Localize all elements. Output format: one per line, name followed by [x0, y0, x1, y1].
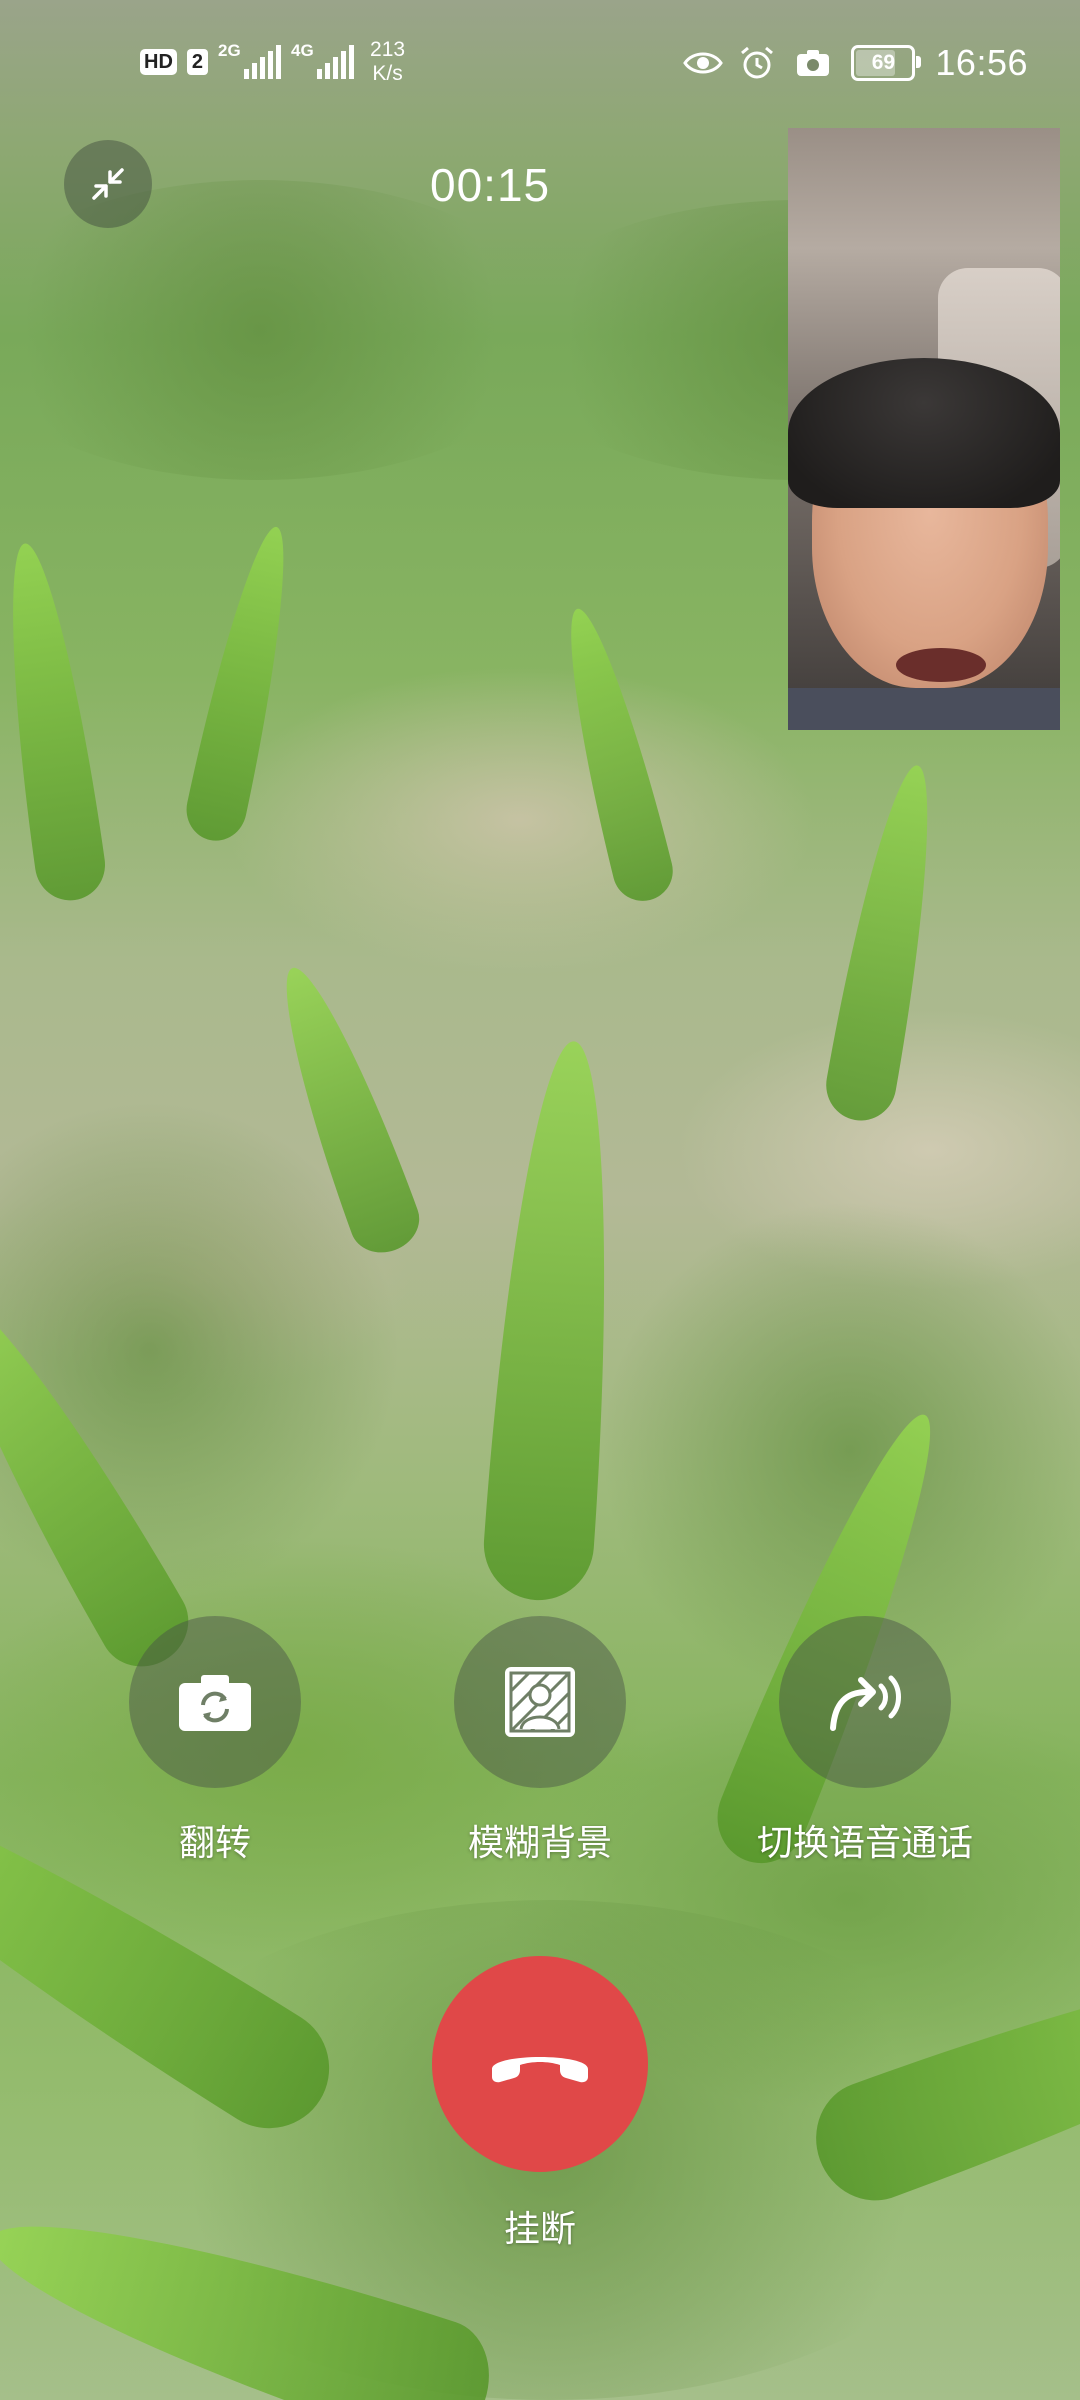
- battery-indicator: 69: [851, 45, 922, 81]
- blur-background-button[interactable]: [454, 1616, 626, 1788]
- sim-badge: 2: [186, 49, 209, 75]
- blur-background-label: 模糊背景: [467, 1822, 612, 1863]
- switch-voice-label: 切换语音通话: [756, 1822, 973, 1863]
- network-speed: 213 K/s: [370, 38, 405, 86]
- camera-icon: [795, 45, 831, 81]
- status-bar-right: 69 16:56: [683, 42, 1028, 84]
- call-timer-text: 00:15: [430, 159, 551, 211]
- signal-4g-icon: 4G: [291, 41, 355, 79]
- status-time: 16:56: [935, 42, 1028, 83]
- switch-voice-button[interactable]: [779, 1616, 951, 1788]
- battery-level: 69: [871, 51, 896, 74]
- hang-up-label: 挂断: [503, 2208, 576, 2249]
- hang-up-icon: [492, 2057, 588, 2083]
- video-texture: [0, 180, 560, 480]
- preview-hair: [788, 358, 1060, 508]
- preview-shirt: [788, 688, 1060, 730]
- corn-leaf: [180, 520, 306, 847]
- alarm-icon: [739, 45, 775, 81]
- flip-camera-label: 翻转: [178, 1822, 251, 1863]
- local-video-preview[interactable]: [788, 128, 1060, 730]
- corn-leaf: [548, 601, 680, 908]
- corn-leaf: [820, 759, 952, 1127]
- hd-voice-badge: HD: [140, 49, 177, 75]
- network-type-label: 2G: [218, 41, 241, 60]
- corn-leaf: [480, 1037, 629, 1604]
- signal-2g-icon: 2G: [218, 41, 282, 79]
- hang-up-control: 挂断: [390, 1956, 690, 2252]
- network-type-label: 4G: [291, 41, 314, 60]
- corn-leaf: [0, 538, 110, 905]
- blur-background-icon: [505, 1667, 575, 1737]
- eye-icon: [683, 45, 724, 81]
- switch-voice-icon: [830, 1675, 901, 1731]
- network-speed-value: 213: [370, 38, 406, 61]
- preview-mouth: [896, 648, 986, 682]
- hang-up-button[interactable]: [432, 1956, 648, 2172]
- blur-background-control: 模糊背景: [390, 1616, 690, 1866]
- network-speed-unit: K/s: [372, 62, 403, 85]
- switch-voice-control: 切换语音通话: [715, 1616, 1015, 1866]
- flip-camera-icon: [179, 1675, 251, 1731]
- flip-camera-control: 翻转: [65, 1616, 365, 1866]
- status-bar-left: HD 2 2G 4G 213 K/s: [140, 38, 405, 86]
- flip-camera-button[interactable]: [129, 1616, 301, 1788]
- status-bar: HD 2 2G 4G 213 K/s 69 16:56: [0, 0, 1080, 130]
